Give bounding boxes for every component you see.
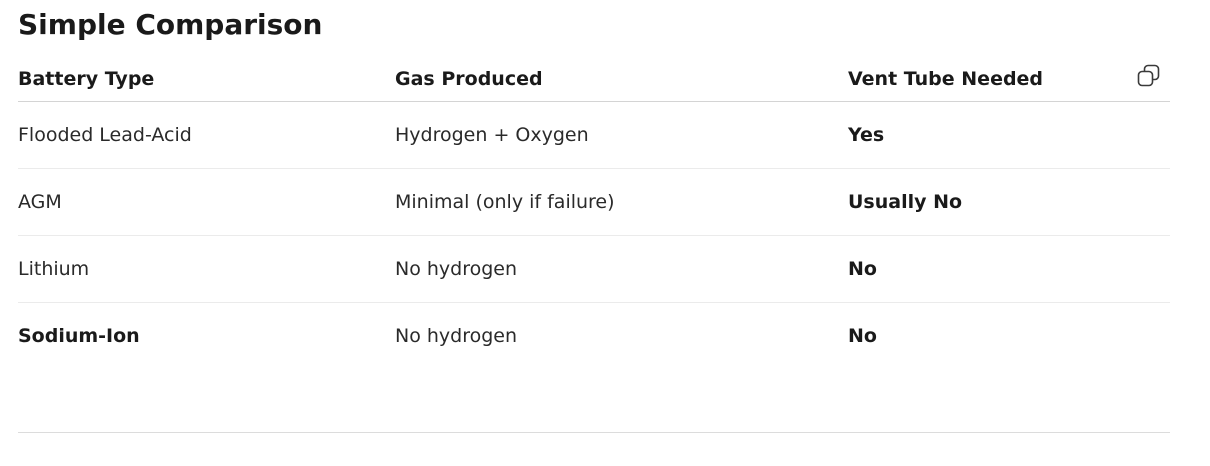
table-row: AGM Minimal (only if failure) Usually No [18, 168, 1170, 236]
header-battery-type: Battery Type [18, 56, 395, 102]
cell-vent-tube-needed: Usually No [848, 168, 1170, 236]
table-row: Flooded Lead-Acid Hydrogen + Oxygen Yes [18, 101, 1170, 169]
table-row: Lithium No hydrogen No [18, 235, 1170, 303]
cell-vent-tube-needed: Yes [848, 101, 1170, 169]
cell-gas-produced: No hydrogen [395, 325, 518, 347]
table-row: Sodium-Ion No hydrogen No [18, 303, 1170, 370]
section-divider [18, 432, 1170, 433]
header-gas-produced: Gas Produced [395, 56, 848, 102]
cell-vent-tube-needed: No [848, 325, 877, 347]
cell-battery-type: Sodium-Ion [18, 325, 140, 347]
cell-gas-produced: Minimal (only if failure) [395, 168, 848, 236]
cell-gas-produced: Hydrogen + Oxygen [395, 101, 848, 169]
header-vent-tube-needed: Vent Tube Needed [848, 56, 1170, 102]
cell-vent-tube-needed: No [848, 235, 1170, 303]
cell-battery-type: Flooded Lead-Acid [18, 101, 395, 169]
cell-gas-produced: No hydrogen [395, 235, 848, 303]
section-title: Simple Comparison [18, 8, 323, 41]
page: Simple Comparison Battery Type Gas Produ… [0, 0, 1210, 466]
comparison-table-container: Battery Type Gas Produced Vent Tube Need… [18, 56, 1170, 369]
cell-battery-type: Lithium [18, 235, 395, 303]
table-header-row: Battery Type Gas Produced Vent Tube Need… [18, 56, 1170, 102]
cell-battery-type: AGM [18, 168, 395, 236]
comparison-table: Battery Type Gas Produced Vent Tube Need… [18, 56, 1170, 369]
